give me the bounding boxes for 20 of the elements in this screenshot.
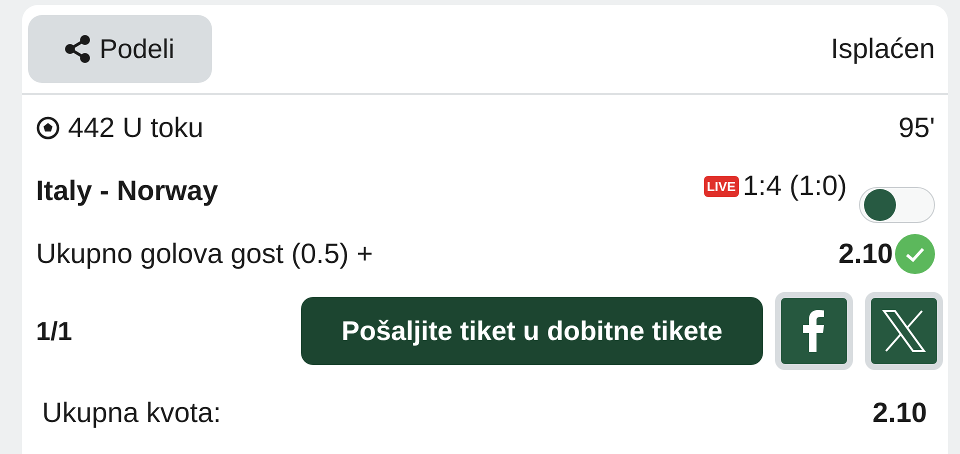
share-icon <box>65 35 92 63</box>
ticket-count: 1/1 <box>36 316 72 346</box>
bet-odds: 2.10 <box>838 238 893 270</box>
match-score: 1:4 (1:0) <box>742 170 847 202</box>
facebook-icon <box>803 310 825 352</box>
match-minute: 95' <box>898 112 935 144</box>
ticket-status: Isplaćen <box>830 33 935 65</box>
total-odds-label: Ukupna kvota: <box>42 397 221 429</box>
match-teams: Italy - Norway <box>36 175 218 207</box>
soccer-ball-icon <box>36 116 60 140</box>
share-button[interactable]: Podeli <box>28 15 212 83</box>
live-badge: LIVE <box>704 176 739 196</box>
x-button[interactable] <box>865 292 943 370</box>
facebook-button[interactable] <box>775 292 853 370</box>
toggle-switch[interactable] <box>859 187 935 223</box>
total-odds-value: 2.10 <box>872 397 927 429</box>
send-ticket-button[interactable]: Pošaljite tiket u dobitne tikete <box>301 297 763 365</box>
event-code: 442 U toku <box>68 112 204 144</box>
bet-market: Ukupno golova gost (0.5) + <box>36 238 373 270</box>
x-logo-icon <box>882 310 926 352</box>
